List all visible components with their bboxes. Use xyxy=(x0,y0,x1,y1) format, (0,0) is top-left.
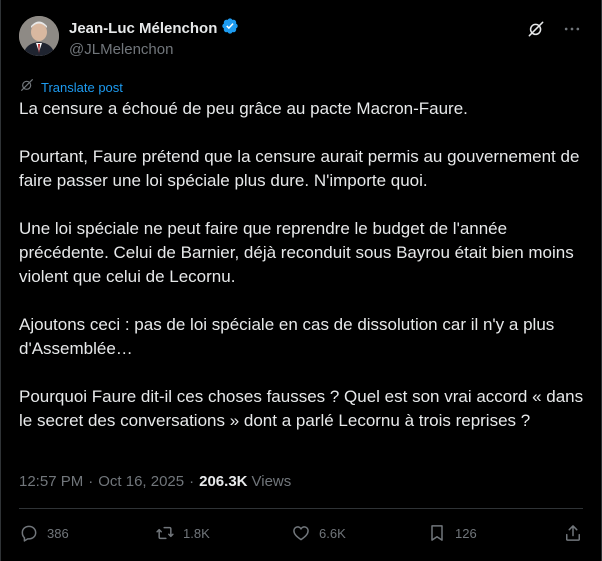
post-header: Jean-Luc Mélenchon @JLMelenchon xyxy=(19,14,583,62)
post-paragraph: Une loi spéciale ne peut faire que repre… xyxy=(19,219,574,286)
bookmark-button[interactable]: 126 xyxy=(427,523,487,543)
repost-button[interactable]: 1.8K xyxy=(155,523,215,543)
post-time[interactable]: 12:57 PM xyxy=(19,473,83,490)
post-paragraph: Ajoutons ceci : pas de loi spéciale en c… xyxy=(19,315,555,358)
post-paragraph: Pourtant, Faure prétend que la censure a… xyxy=(19,147,580,190)
bookmark-icon xyxy=(427,523,447,543)
display-name[interactable]: Jean-Luc Mélenchon xyxy=(69,20,217,37)
author-handle[interactable]: @JLMelenchon xyxy=(69,41,239,58)
meta-separator: · xyxy=(189,473,195,490)
heart-icon xyxy=(291,523,311,543)
share-button[interactable] xyxy=(563,523,583,543)
post-detail: Jean-Luc Mélenchon @JLMelenchon Translat… xyxy=(0,0,602,561)
repost-count: 1.8K xyxy=(183,525,210,541)
repost-icon xyxy=(155,523,175,543)
translate-label: Translate post xyxy=(41,80,123,95)
display-name-row: Jean-Luc Mélenchon xyxy=(69,17,239,40)
bookmark-count: 126 xyxy=(455,525,477,541)
post-date[interactable]: Oct 16, 2025 xyxy=(98,473,184,490)
more-icon[interactable] xyxy=(561,18,583,40)
post-paragraph: Pourquoi Faure dit-il ces choses fausses… xyxy=(19,387,584,430)
author-names: Jean-Luc Mélenchon @JLMelenchon xyxy=(69,17,239,58)
views-label: Views xyxy=(251,473,292,490)
like-count: 6.6K xyxy=(319,525,346,541)
share-icon xyxy=(563,523,583,543)
post-text: La censure a échoué de peu grâce au pact… xyxy=(19,97,585,457)
reply-count: 386 xyxy=(47,525,69,541)
divider xyxy=(19,508,583,509)
post-meta: 12:57 PM · Oct 16, 2025 · 206.3K Views xyxy=(19,473,291,490)
translate-icon xyxy=(19,77,35,98)
avatar[interactable] xyxy=(19,16,59,56)
verified-badge-icon xyxy=(221,17,239,40)
avatar-image xyxy=(19,16,59,56)
like-button[interactable]: 6.6K xyxy=(291,523,351,543)
grok-icon[interactable] xyxy=(525,18,547,40)
meta-separator: · xyxy=(88,473,94,490)
post-paragraph: La censure a échoué de peu grâce au pact… xyxy=(19,99,468,118)
translate-post-link[interactable]: Translate post xyxy=(19,77,123,98)
reply-button[interactable]: 386 xyxy=(19,523,79,543)
reply-icon xyxy=(19,523,39,543)
header-actions xyxy=(525,18,583,40)
views-count: 206.3K xyxy=(199,473,248,490)
action-bar: 386 1.8K 6.6K 126 xyxy=(19,521,583,545)
